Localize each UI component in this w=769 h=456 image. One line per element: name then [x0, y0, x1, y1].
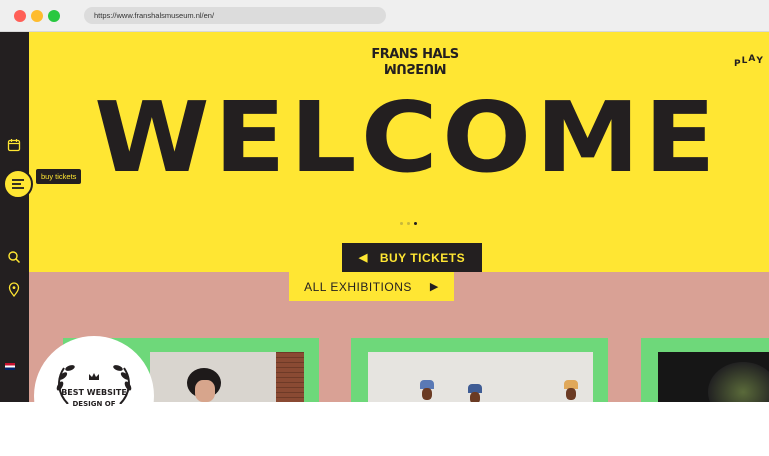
uk-flag-icon[interactable] [5, 363, 15, 370]
close-window-button[interactable] [14, 10, 26, 22]
hero-banner: FRANS HALS MUSEUM PLAY WELCOME [29, 32, 769, 272]
play-letter: Y [756, 56, 764, 66]
carousel-dots [400, 222, 417, 225]
exhibition-image[interactable] [368, 352, 593, 402]
play-link[interactable]: PLAY [734, 54, 764, 69]
play-letter: L [741, 56, 749, 66]
menu-button[interactable] [3, 169, 33, 199]
exhibition-image[interactable] [150, 352, 304, 402]
arrow-right-icon: ▶ [429, 281, 439, 293]
logo-line-bottom: MUSEUM [383, 60, 447, 75]
browser-toolbar: https://www.franshalsmuseum.nl/en/ [0, 0, 769, 32]
carousel-dot[interactable] [407, 222, 410, 225]
location-pin-icon[interactable] [4, 279, 24, 299]
buy-tickets-button[interactable]: ◀ BUY TICKETS [342, 243, 482, 272]
arrow-left-icon: ◀ [358, 252, 368, 264]
carousel-dot-active[interactable] [414, 222, 417, 225]
all-exhibitions-label: ALL EXHIBITIONS [304, 279, 412, 294]
calendar-icon[interactable] [4, 135, 24, 155]
welcome-title: WELCOME [94, 81, 720, 194]
search-icon[interactable] [4, 247, 24, 267]
sidebar [0, 32, 29, 402]
badge-subtitle: DESIGN OF [72, 400, 116, 408]
play-letter: P [734, 59, 742, 69]
badge-title: BEST WEBSITE [61, 388, 127, 397]
buy-tickets-label: BUY TICKETS [379, 250, 466, 265]
all-exhibitions-button[interactable]: ALL EXHIBITIONS ▶ [289, 272, 454, 301]
exhibition-image[interactable] [658, 352, 769, 402]
carousel-dot[interactable] [400, 222, 403, 225]
address-bar[interactable]: https://www.franshalsmuseum.nl/en/ [84, 7, 386, 24]
award-badge: BEST WEBSITE DESIGN OF [34, 336, 154, 456]
maximize-window-button[interactable] [48, 10, 60, 22]
minimize-window-button[interactable] [31, 10, 43, 22]
museum-logo[interactable]: FRANS HALS MUSEUM [370, 48, 460, 75]
menu-icon [12, 179, 24, 189]
buy-tickets-tooltip: buy tickets [36, 169, 82, 184]
